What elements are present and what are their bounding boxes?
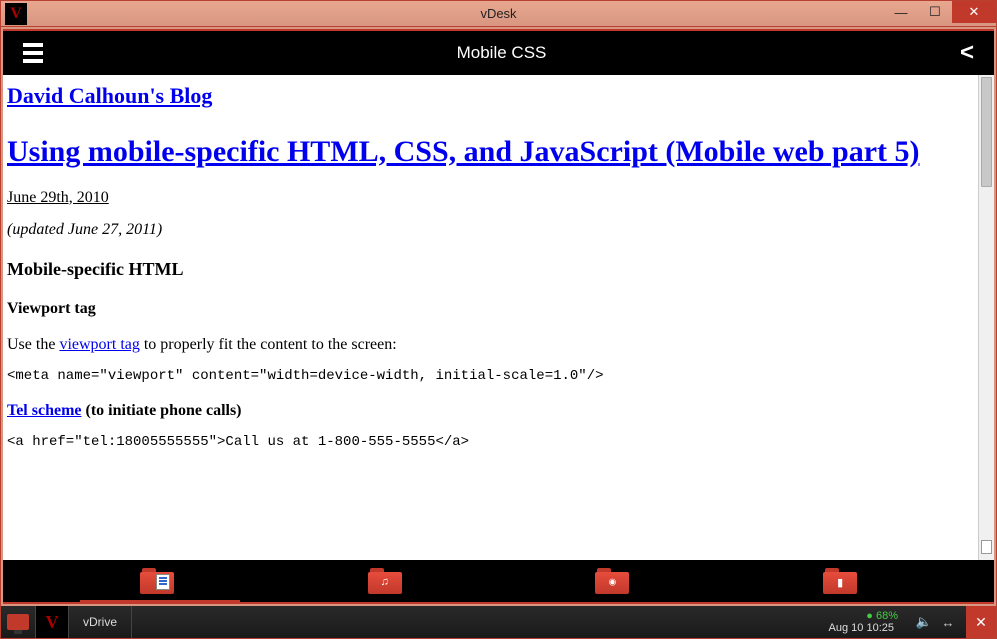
section-heading: Mobile-specific HTML	[7, 259, 974, 280]
back-icon[interactable]: <	[960, 39, 974, 67]
web-content[interactable]: David Calhoun's Blog Using mobile-specif…	[3, 75, 978, 560]
viewport-paragraph: Use the viewport tag to properly fit the…	[7, 336, 974, 354]
bottom-toolbar: ♫ ◉ ▮	[3, 560, 994, 602]
article-title-link[interactable]: Using mobile-specific HTML, CSS, and Jav…	[7, 135, 920, 168]
window-title: vDesk	[480, 6, 516, 21]
viewport-tag-link[interactable]: viewport tag	[59, 336, 139, 353]
article-date: June 29th, 2010	[7, 189, 974, 207]
titlebar[interactable]: V vDesk — ☐ ✕	[1, 1, 996, 27]
photos-folder-icon[interactable]: ◉	[595, 568, 629, 594]
fullscreen-icon[interactable]: ↔	[936, 615, 960, 630]
blog-home-link[interactable]: David Calhoun's Blog	[7, 83, 212, 108]
videos-folder-icon[interactable]: ▮	[823, 568, 857, 594]
start-v-icon[interactable]: V	[35, 606, 69, 638]
scrollbar-thumb[interactable]	[981, 77, 992, 187]
desktop-icon[interactable]	[1, 606, 35, 638]
documents-folder-icon[interactable]	[140, 568, 174, 594]
page-title: Mobile CSS	[457, 43, 547, 63]
menu-icon[interactable]	[23, 43, 43, 63]
article-title: Using mobile-specific HTML, CSS, and Jav…	[7, 133, 974, 171]
content-wrap: David Calhoun's Blog Using mobile-specif…	[3, 75, 994, 560]
app-icon: V	[5, 3, 27, 25]
volume-icon[interactable]: 🔈	[912, 614, 936, 630]
text: to properly fit the content to the scree…	[140, 336, 397, 353]
text: Use the	[7, 336, 59, 353]
taskbar-close-button[interactable]: ✕	[966, 606, 996, 638]
code-tel: <a href="tel:18005555555">Call us at 1-8…	[7, 434, 974, 450]
taskbar-app-vdrive[interactable]: vDrive	[69, 606, 132, 638]
window-controls: — ☐ ✕	[884, 1, 996, 23]
taskbar: V vDrive ● 68% Aug 10 10:25 🔈 ↔ ✕	[1, 606, 996, 638]
minimize-button[interactable]: —	[884, 1, 918, 23]
tel-scheme-link[interactable]: Tel scheme	[7, 402, 82, 419]
close-button[interactable]: ✕	[952, 1, 996, 23]
tel-heading: Tel scheme (to initiate phone calls)	[7, 402, 974, 420]
app-header: Mobile CSS <	[3, 31, 994, 75]
taskbar-tray: ● 68% Aug 10 10:25 🔈 ↔ ✕	[829, 606, 996, 638]
app-body: Mobile CSS < David Calhoun's Blog Using …	[3, 29, 994, 604]
scrollbar[interactable]	[978, 75, 994, 560]
app-window: V vDesk — ☐ ✕ Mobile CSS < David Calhoun…	[0, 0, 997, 639]
music-folder-icon[interactable]: ♫	[368, 568, 402, 594]
active-underline	[80, 600, 240, 602]
text: (to initiate phone calls)	[82, 402, 242, 419]
article-updated: (updated June 27, 2011)	[7, 221, 974, 239]
accent-line-bottom	[3, 602, 994, 604]
battery-status: ● 68%	[829, 610, 898, 622]
clock: Aug 10 10:25	[829, 622, 894, 634]
scrollbar-corner	[981, 540, 992, 554]
code-viewport: <meta name="viewport" content="width=dev…	[7, 368, 974, 384]
subsection-viewport: Viewport tag	[7, 300, 974, 318]
maximize-button[interactable]: ☐	[918, 1, 952, 23]
